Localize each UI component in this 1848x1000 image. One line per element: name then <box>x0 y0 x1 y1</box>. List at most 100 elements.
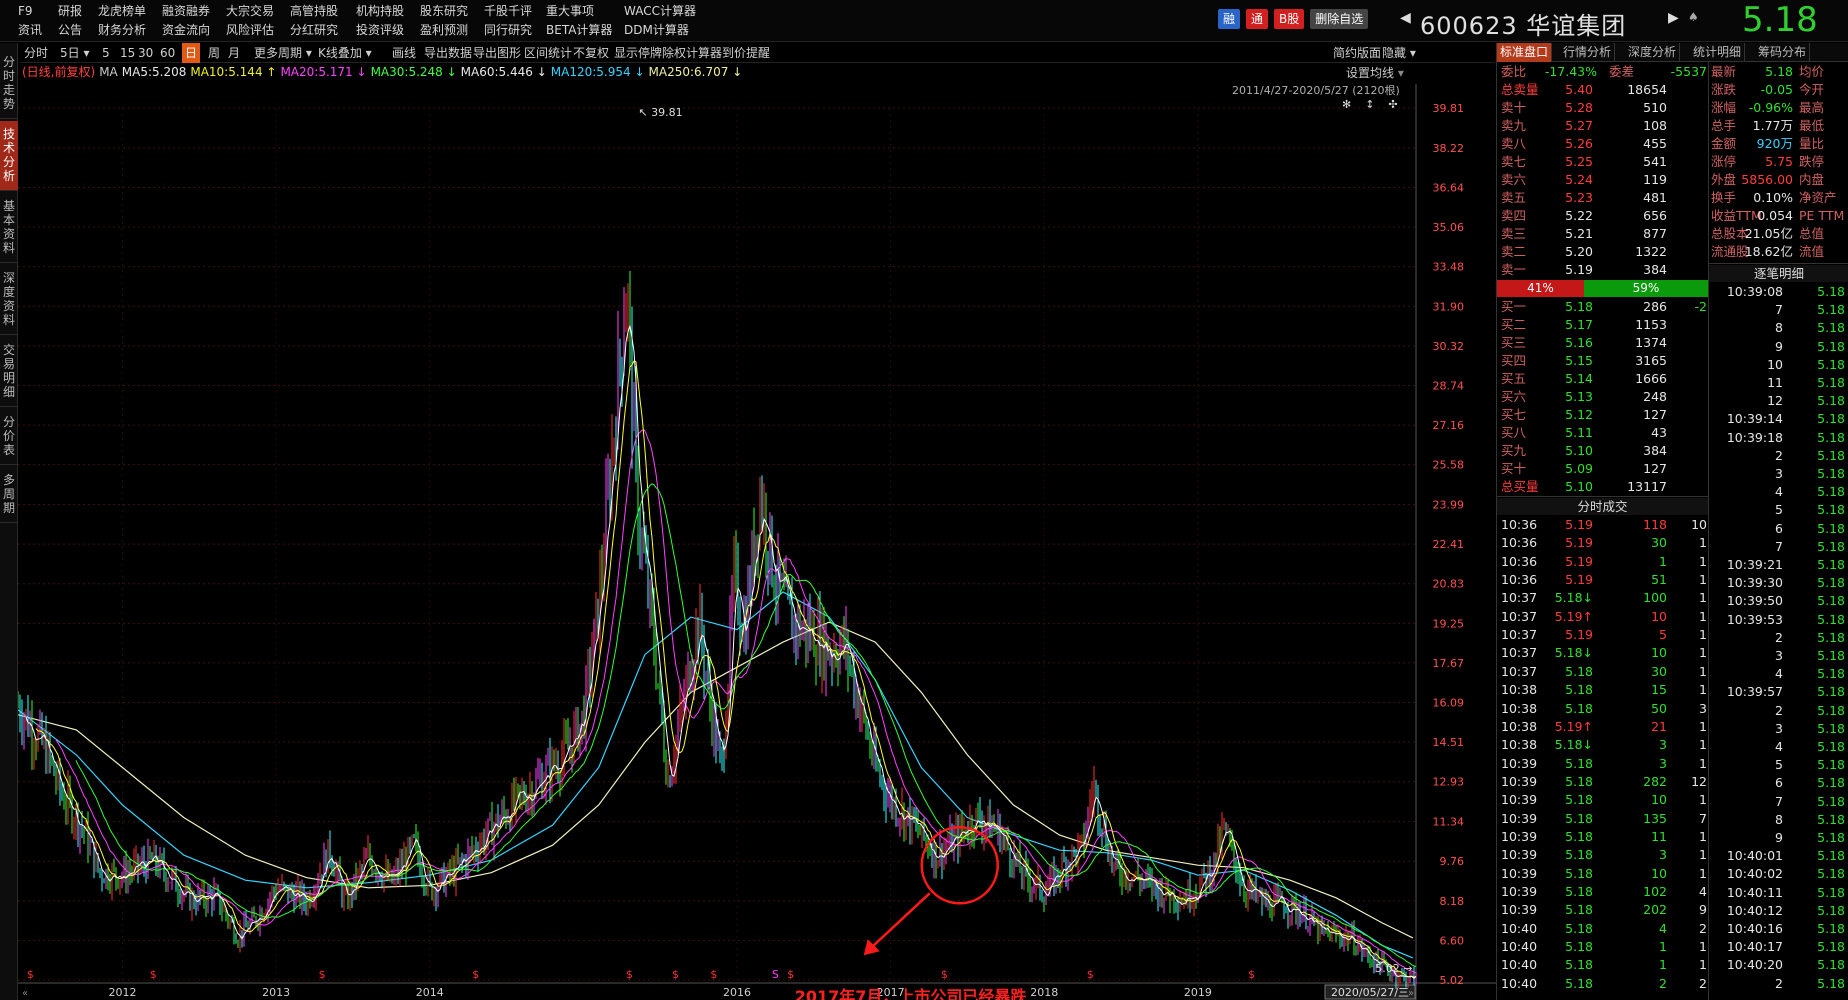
menu-item[interactable]: 大宗交易 <box>226 2 274 21</box>
badge-删除自选[interactable]: 删除自选 <box>1310 9 1369 29</box>
cell: 1666 <box>1635 371 1667 386</box>
toolbar-item[interactable]: 15 <box>120 43 135 63</box>
menu-item[interactable]: 股东研究 <box>420 2 468 21</box>
menu-item[interactable]: 盈利预测 <box>420 21 468 40</box>
menu-item[interactable]: 风险评估 <box>226 21 274 40</box>
event-marker[interactable]: $ <box>1087 968 1094 981</box>
toolbar-item[interactable]: 隐藏 ▾ <box>1382 43 1416 63</box>
cell: 5.18 <box>1565 920 1593 936</box>
nav-1[interactable]: 技术分析 <box>0 121 18 191</box>
event-marker[interactable]: $ <box>626 968 633 981</box>
menu-item[interactable]: 机构持股 <box>356 2 404 21</box>
next-stock-icon[interactable]: ▶ <box>1668 10 1679 26</box>
kline-chart[interactable]: 39.81 38.22 36.64 35.06 33.48 31.90 30.32 28.74… <box>18 64 1496 1000</box>
cell: 10:36 <box>1501 535 1538 551</box>
toolbar-item[interactable]: 到价提醒 <box>722 43 770 63</box>
toolbar-item[interactable]: 30 <box>138 43 153 63</box>
toolbar-item[interactable]: 简约版面 <box>1333 43 1381 63</box>
menu-item[interactable]: 研报 <box>58 2 82 21</box>
toolbar-item[interactable]: 月 <box>228 43 240 63</box>
toolbar-item[interactable]: 周 <box>208 43 220 63</box>
badge-B股[interactable]: B股 <box>1274 9 1305 29</box>
nav-0[interactable]: 分时走势 <box>0 49 18 119</box>
toolbar-item[interactable]: 画线 <box>392 43 416 63</box>
badge-通[interactable]: 通 <box>1246 9 1269 29</box>
cell: 5.18 <box>1817 338 1845 354</box>
toolbar-item[interactable]: 显示停牌 <box>614 43 662 63</box>
toolbar-item[interactable]: 不复权 <box>573 43 609 63</box>
cell: 10:39:08 <box>1726 284 1783 299</box>
menu-item[interactable]: 资金流向 <box>162 21 210 40</box>
cell: 10:39 <box>1501 847 1538 863</box>
event-marker[interactable]: $ <box>1248 968 1255 981</box>
cell: 5.18 <box>1817 757 1845 773</box>
cell: 5.18 <box>1817 520 1845 536</box>
cell: 买三 <box>1501 335 1527 350</box>
toolbar-item[interactable]: 更多周期 ▾ <box>254 43 312 63</box>
menu-item[interactable]: 投资评级 <box>356 21 404 40</box>
right-tab[interactable]: 行情分析 <box>1560 43 1616 62</box>
cell: 18.62亿 <box>1744 244 1793 259</box>
left-nav: 分时走势技术分析基本资料深度资料交易明细分价表多周期 <box>0 43 18 1000</box>
toolbar-item[interactable]: 5日 ▾ <box>60 43 89 63</box>
event-marker[interactable]: $ <box>319 968 326 981</box>
event-marker[interactable]: $ <box>710 968 717 981</box>
cell: 卖二 <box>1501 244 1527 259</box>
menu-item[interactable]: 融资融券 <box>162 2 210 21</box>
cell: 5.26 <box>1565 136 1593 151</box>
nav-6[interactable]: 多周期 <box>0 467 18 523</box>
menu-item[interactable]: WACC计算器 <box>624 2 696 21</box>
event-marker[interactable]: $ <box>27 968 34 981</box>
nav-2[interactable]: 基本资料 <box>0 193 18 263</box>
event-marker[interactable]: S <box>772 968 779 981</box>
scroll-right-icon[interactable]: » <box>1408 988 1414 999</box>
cell: 11 <box>1767 375 1783 390</box>
menu-item[interactable]: 分红研究 <box>290 21 338 40</box>
toolbar-item[interactable]: 区间统计 <box>524 43 572 63</box>
toolbar-item[interactable]: 分时 <box>24 43 48 63</box>
toolbar-item[interactable]: K线叠加 ▾ <box>318 43 372 63</box>
scroll-left-icon[interactable]: « <box>22 988 28 999</box>
cell: 均价 <box>1799 64 1825 79</box>
menu-item[interactable]: 高管持股 <box>290 2 338 21</box>
toolbar-item[interactable]: 导出数据 <box>424 43 472 63</box>
nav-3[interactable]: 深度资料 <box>0 265 18 335</box>
event-marker[interactable]: $ <box>787 968 794 981</box>
cell: 1 <box>1699 590 1707 606</box>
toolbar-item[interactable]: 导出图形 <box>473 43 521 63</box>
menu-item[interactable]: F9 <box>18 2 42 21</box>
right-tab[interactable]: 筹码分布 <box>1755 43 1811 62</box>
right-tab[interactable]: 深度分析 <box>1625 43 1681 62</box>
menu-item[interactable]: 同行研究 <box>484 21 532 40</box>
menu-item[interactable]: 财务分析 <box>98 21 146 40</box>
event-marker[interactable]: $ <box>672 968 679 981</box>
menu-item[interactable]: 公告 <box>58 21 82 40</box>
menu-item[interactable]: 重大事项 <box>546 2 612 21</box>
cell: 12 <box>1767 393 1783 409</box>
event-marker[interactable]: $ <box>941 968 948 981</box>
cell: 6 <box>1775 520 1783 536</box>
nav-4[interactable]: 交易明细 <box>0 337 18 407</box>
bell-icon[interactable]: ♠ <box>1688 10 1699 24</box>
event-marker[interactable]: $ <box>472 968 479 981</box>
nav-5[interactable]: 分价表 <box>0 409 18 465</box>
right-tab[interactable]: 标准盘口 <box>1497 43 1553 62</box>
event-marker[interactable]: $ <box>150 968 157 981</box>
menu-item[interactable]: BETA计算器 <box>546 21 612 40</box>
toolbar-item[interactable]: 5 <box>102 43 110 63</box>
menu-item[interactable]: 资讯 <box>18 21 42 40</box>
menu-item[interactable]: 千股千评 <box>484 2 532 21</box>
cell: 10:39:57 <box>1726 684 1783 700</box>
toolbar-item[interactable]: 除权计算器 <box>662 43 722 63</box>
badge-融[interactable]: 融 <box>1218 9 1241 29</box>
toolbar-item[interactable]: 日 <box>182 43 201 63</box>
cell: 5.18 <box>1565 682 1593 698</box>
right-tab[interactable]: 统计明细 <box>1690 43 1746 62</box>
menu-item[interactable]: 龙虎榜单 <box>98 2 146 21</box>
cell: 5.18 <box>1817 284 1845 299</box>
menu-item[interactable]: DDM计算器 <box>624 21 696 40</box>
price-tick: 36.64 <box>1433 181 1465 194</box>
prev-stock-icon[interactable]: ◀ <box>1400 10 1411 26</box>
cell: 9 <box>1699 902 1707 918</box>
toolbar-item[interactable]: 60 <box>160 43 175 63</box>
